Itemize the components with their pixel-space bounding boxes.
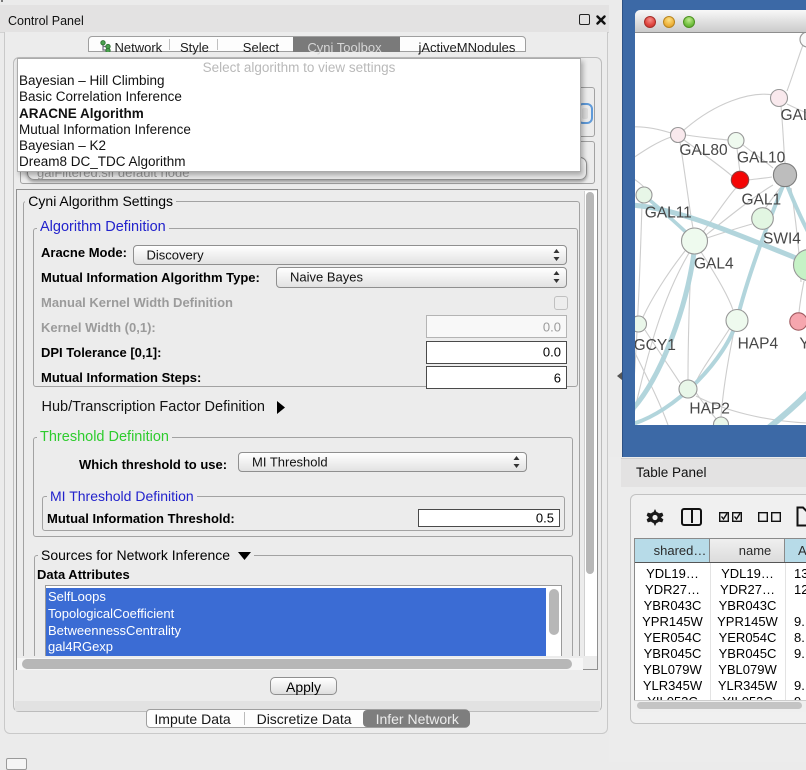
svg-text:GAL80: GAL80 <box>679 142 728 159</box>
svg-text:GAL4: GAL4 <box>694 256 734 273</box>
svg-text:GAL2: GAL2 <box>781 107 806 124</box>
svg-text:HAP2: HAP2 <box>689 401 730 418</box>
svg-text:Y: Y <box>799 336 806 353</box>
svg-text:GAL1: GAL1 <box>742 192 782 209</box>
svg-text:SWI4: SWI4 <box>763 231 801 248</box>
svg-text:GCY1: GCY1 <box>635 337 676 354</box>
svg-text:HAP4: HAP4 <box>738 336 779 353</box>
svg-text:GAL10: GAL10 <box>737 150 786 167</box>
svg-text:GAL11: GAL11 <box>645 205 692 222</box>
